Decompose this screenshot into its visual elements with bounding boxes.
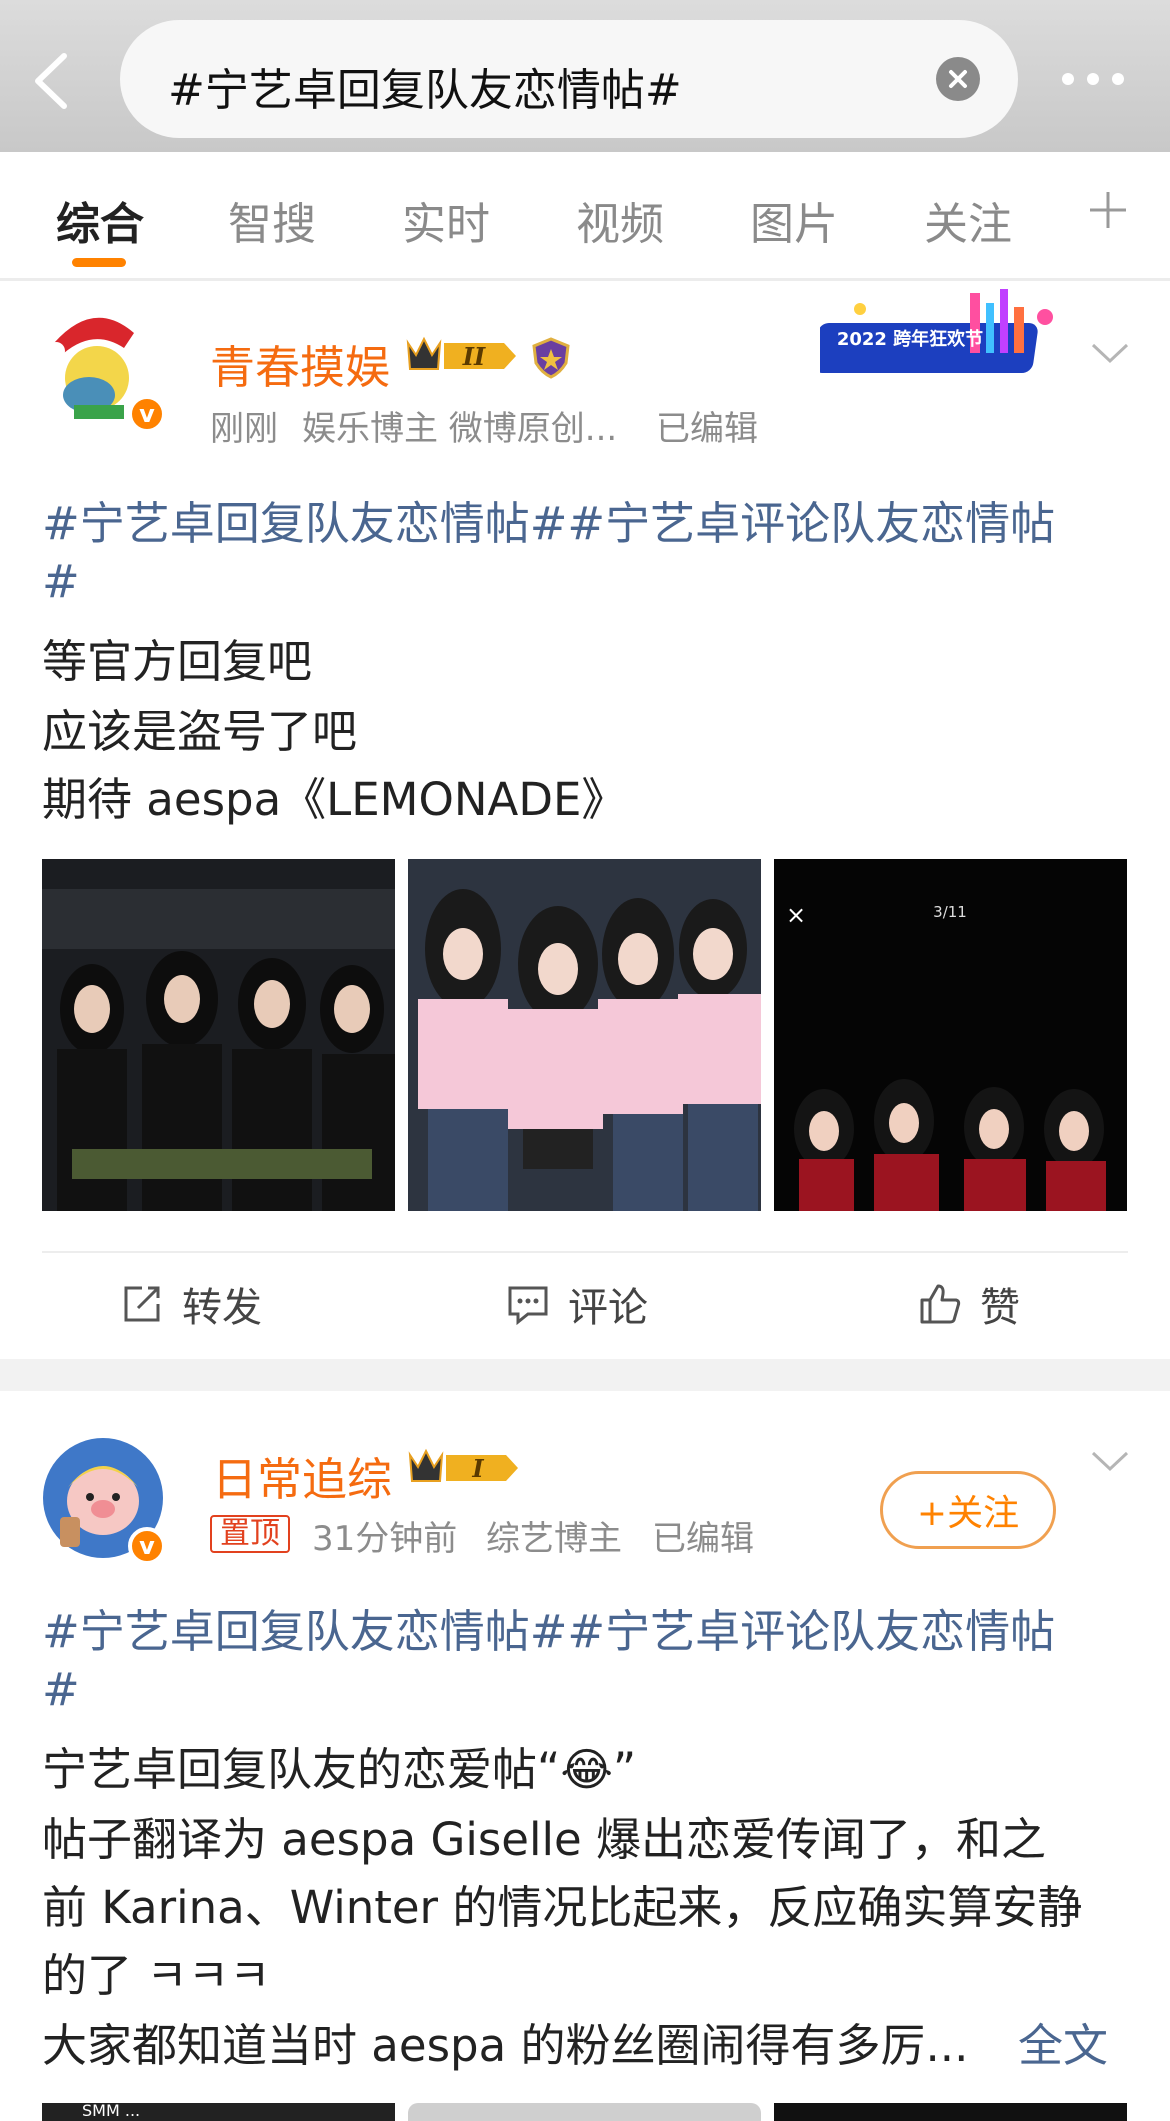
post-photo-2[interactable] — [408, 2103, 761, 2121]
search-header: #宁艺卓回复队友恋情帖# — [0, 0, 1170, 152]
tab-realtime[interactable]: 实时 — [402, 188, 490, 252]
avatar[interactable]: v — [34, 303, 166, 433]
pinned-badge: 置顶 — [210, 1515, 290, 1553]
tab-video[interactable]: 视频 — [576, 188, 664, 252]
verified-badge-icon: v — [128, 1527, 166, 1565]
tab-comprehensive[interactable]: 综合 — [56, 188, 144, 252]
search-tabs: 综合 智搜 实时 视频 图片 关注 — [0, 152, 1170, 281]
chevron-down-icon[interactable] — [1090, 1449, 1130, 1473]
topic-hashtag-end[interactable]: # — [42, 555, 80, 608]
back-arrow-icon[interactable] — [30, 52, 74, 110]
topic-hashtag-end[interactable]: # — [42, 1663, 80, 1716]
verified-badge-icon: v — [128, 395, 166, 433]
like-label: 赞 — [980, 1285, 1020, 1331]
post-text-line: 前 Karina、Winter 的情况比起来，反应确实算安静 — [42, 1881, 1083, 1934]
post-text-line: 宁艺卓回复队友的恋爱帖“😂” — [42, 1743, 637, 1796]
post-source: 娱乐博主 微博原创... — [302, 409, 618, 449]
repost-icon — [124, 1286, 160, 1322]
comment-button[interactable]: 评论 — [506, 1279, 648, 1331]
active-tab-indicator — [72, 258, 126, 267]
feed-post[interactable]: v 青春摸娱 II 2022 跨年狂欢节 刚刚 娱乐博主 微博原创... 已编辑… — [0, 281, 1170, 1359]
feed-post[interactable]: v 日常追综 I +关注 置顶 31分钟前 综艺博主 已编辑 #宁艺卓回复队友恋… — [0, 1391, 1170, 2121]
photo-caption: SMM ... — [82, 2103, 141, 2120]
member-level-badge-icon[interactable]: I — [406, 1447, 522, 1489]
follow-button[interactable]: +关注 — [880, 1471, 1056, 1549]
thumbs-up-icon — [920, 1284, 961, 1324]
edited-label: 已编辑 — [656, 409, 758, 449]
post-photo-1[interactable]: SMM ... — [42, 2103, 395, 2121]
repost-label: 转发 — [182, 1285, 262, 1331]
photo-counter: 3/11 — [933, 903, 967, 921]
post-actions: 转发 评论 赞 — [42, 1251, 1128, 1361]
post-text-line: 大家都知道当时 aespa 的粉丝圈闹得有多厉... — [42, 2019, 969, 2072]
post-photo-1[interactable] — [42, 859, 395, 1211]
post-source: 综艺博主 — [486, 1519, 622, 1559]
member-level-badge-icon[interactable]: II — [404, 335, 520, 377]
post-text-line: 帖子翻译为 aespa Giselle 爆出恋爱传闻了，和之 — [42, 1813, 1046, 1866]
post-text-line: 等官方回复吧 — [42, 635, 313, 688]
more-options-icon[interactable] — [1058, 68, 1128, 90]
comment-label: 评论 — [568, 1285, 648, 1331]
repost-button[interactable]: 转发 — [120, 1279, 262, 1331]
search-query[interactable]: #宁艺卓回复队友恋情帖# — [168, 54, 682, 118]
like-button[interactable]: 赞 — [918, 1279, 1020, 1331]
avatar[interactable]: v — [40, 1435, 166, 1565]
tab-following[interactable]: 关注 — [924, 188, 1012, 252]
post-text-line: 的了 ㅋㅋㅋ — [42, 1949, 271, 2002]
topic-hashtag[interactable]: #宁艺卓回复队友恋情帖##宁艺卓评论队友恋情帖 — [42, 487, 1055, 552]
full-text-link[interactable]: 全文 — [1018, 2009, 1108, 2074]
tab-images[interactable]: 图片 — [750, 188, 838, 252]
event-banner-text: 2022 跨年狂欢节 — [837, 328, 983, 350]
comment-icon — [508, 1286, 548, 1326]
edited-label: 已编辑 — [652, 1519, 754, 1559]
chevron-down-icon[interactable] — [1090, 341, 1130, 365]
post-time: 31分钟前 — [312, 1519, 458, 1559]
post-photo-3[interactable] — [774, 2103, 1127, 2121]
tab-smart-search[interactable]: 智搜 — [228, 188, 316, 252]
search-input[interactable]: #宁艺卓回复队友恋情帖# — [120, 20, 1018, 138]
post-photo-2[interactable] — [408, 859, 761, 1211]
add-tab-icon[interactable] — [1088, 190, 1128, 230]
post-photo-3[interactable]: × 3/11 — [774, 859, 1127, 1211]
clear-search-icon[interactable] — [936, 57, 980, 101]
level-text: II — [462, 342, 486, 371]
photo-close-icon: × — [786, 901, 806, 929]
post-text-line: 应该是盗号了吧 — [42, 705, 358, 758]
level-text: I — [471, 1454, 484, 1483]
post-time: 刚刚 — [210, 409, 278, 449]
username[interactable]: 青春摸娱 — [210, 331, 390, 396]
topic-hashtag[interactable]: #宁艺卓回复队友恋情帖##宁艺卓评论队友恋情帖 — [42, 1595, 1055, 1660]
event-banner-icon[interactable]: 2022 跨年狂欢节 — [820, 287, 1066, 383]
username[interactable]: 日常追综 — [212, 1443, 392, 1508]
shield-badge-icon[interactable] — [530, 337, 572, 379]
post-text-line: 期待 aespa《LEMONADE》 — [42, 773, 627, 826]
